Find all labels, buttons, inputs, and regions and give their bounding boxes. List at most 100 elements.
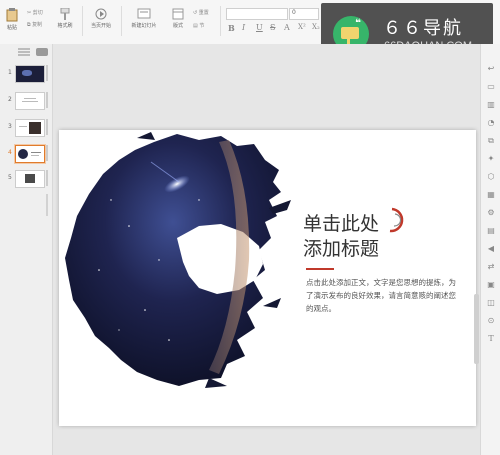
slide-number: 4 xyxy=(8,149,12,156)
slide-thumbnail[interactable] xyxy=(15,92,45,110)
animation-icon[interactable]: ✦ xyxy=(486,154,496,164)
cut-label: 剪切 xyxy=(32,10,43,16)
grid-icon[interactable]: ▤ xyxy=(486,226,496,236)
slide-thumbnail-row[interactable]: 1 xyxy=(0,63,52,85)
new-slide-label: 新建幻灯片 xyxy=(131,23,157,29)
slides-panel: 1 2 3 4 5 xyxy=(0,44,53,455)
thumbnail-circle-image xyxy=(18,149,28,159)
copy-label: 复制 xyxy=(32,22,43,28)
section-button[interactable]: ▤ 节 xyxy=(193,22,204,29)
slide-thumbnail[interactable] xyxy=(15,170,45,188)
slide-title-line-2: 添加标题 xyxy=(303,238,380,260)
slide-title-placeholder[interactable]: 单击此处 添加标题 xyxy=(303,212,379,262)
section-icon: ▤ xyxy=(193,23,198,29)
thumbnail-marker xyxy=(46,119,48,135)
chart-icon[interactable]: ▥ xyxy=(486,100,496,110)
slide-workspace[interactable]: 单击此处 添加标题 点击此处添加正文，文字是您思想的提炼，为了演示发布的良好效果… xyxy=(53,44,480,455)
shape-icon[interactable]: ↩ xyxy=(486,64,496,74)
text-tool-icon[interactable]: T xyxy=(486,334,496,344)
slides-tab[interactable] xyxy=(36,48,48,56)
slide-canvas[interactable]: 单击此处 添加标题 点击此处添加正文，文字是您思想的提炼，为了演示发布的良好效果… xyxy=(59,130,476,426)
table-icon[interactable]: ▦ xyxy=(486,190,496,200)
slide-thumbnail-row[interactable]: 4 xyxy=(0,143,52,165)
copy-button[interactable]: ⧉ 复制 xyxy=(27,21,42,28)
font-name-combo[interactable] xyxy=(226,8,288,20)
font-size-value: 0 xyxy=(292,9,296,16)
paste-button[interactable]: 粘贴 xyxy=(3,8,21,31)
slide-thumbnail[interactable] xyxy=(15,119,45,137)
slide-number: 1 xyxy=(8,69,12,76)
slide-body-placeholder[interactable]: 点击此处添加正文，文字是您思想的提炼，为了演示发布的良好效果，请言简意赅的阐述您… xyxy=(306,276,461,315)
paste-label: 粘贴 xyxy=(6,25,17,31)
slide-number: 2 xyxy=(8,96,12,103)
brush-icon xyxy=(60,8,70,20)
font-color-button[interactable]: A xyxy=(284,23,290,32)
subscript-button[interactable]: X₂ xyxy=(312,23,320,31)
ribbon-divider xyxy=(82,6,83,36)
right-task-pane-bar: ↩ ▭ ▥ ◔ ⧉ ✦ ⬡ ▦ ⚙ ▤ ◀ ⇄ ▣ ◫ ⊙ T xyxy=(480,44,500,455)
reset-button[interactable]: ↺ 重置 xyxy=(193,9,209,16)
outline-tab[interactable] xyxy=(18,48,30,56)
thumbnail-text xyxy=(31,152,41,153)
workspace-scrollbar[interactable] xyxy=(474,294,479,364)
lock-icon[interactable]: ⊙ xyxy=(486,316,496,326)
thumbnail-text xyxy=(24,98,36,99)
thumbnail-text xyxy=(22,101,38,102)
scissors-icon: ✂ xyxy=(27,10,32,16)
format-painter-button[interactable]: 格式刷 xyxy=(54,8,76,29)
section-label: 节 xyxy=(199,23,205,29)
slide-thumbnail-row[interactable]: 3 xyxy=(0,117,52,139)
italic-button[interactable]: I xyxy=(242,23,245,32)
layout-icon xyxy=(172,8,184,20)
sound-icon[interactable]: ◀ xyxy=(486,244,496,254)
slide-thumbnail-row[interactable]: 2 xyxy=(0,90,52,112)
signpost-icon xyxy=(341,27,359,39)
panel-scrollbar[interactable] xyxy=(46,194,48,216)
format-painter-label: 格式刷 xyxy=(57,23,73,29)
strikethrough-button[interactable]: S xyxy=(270,23,275,32)
copy-icon[interactable]: ⧉ xyxy=(486,136,496,146)
thumbnail-text xyxy=(19,126,27,127)
layout-button[interactable]: 版式 xyxy=(168,8,188,29)
thumbnail-marker xyxy=(46,145,48,161)
slide-thumbnail-row[interactable]: 5 xyxy=(0,168,52,190)
thumbnail-text xyxy=(31,155,39,156)
play-from-current-button[interactable]: 当页开始 xyxy=(86,8,116,29)
superscript-button[interactable]: X² xyxy=(298,23,306,31)
settings-icon[interactable]: ⚙ xyxy=(486,208,496,218)
bold-button[interactable]: B xyxy=(228,23,235,33)
ribbon-divider xyxy=(220,6,221,36)
thumbnail-galaxy xyxy=(22,70,32,76)
new-slide-icon xyxy=(137,8,151,19)
new-slide-button[interactable]: 新建幻灯片 xyxy=(126,8,162,29)
thumbnail-marker xyxy=(46,92,48,108)
cut-button[interactable]: ✂ 剪切 xyxy=(27,9,43,16)
play-icon xyxy=(95,8,107,20)
reset-icon: ↺ xyxy=(193,10,198,16)
list-icon xyxy=(18,48,30,56)
font-size-combo[interactable]: 0 xyxy=(289,8,319,20)
layout-label: 版式 xyxy=(172,23,183,29)
thumbnail-marker xyxy=(46,65,48,81)
title-accent-rule xyxy=(306,268,334,270)
link-icon[interactable]: ◔ xyxy=(486,118,496,128)
picture-icon[interactable]: ▭ xyxy=(486,82,496,92)
thumbnail-photo xyxy=(25,174,35,183)
copy-icon: ⧉ xyxy=(27,22,31,28)
thumbnail-photo xyxy=(29,122,41,134)
slide-number: 5 xyxy=(8,174,12,181)
layers-icon[interactable]: ◫ xyxy=(486,298,496,308)
reset-label: 重置 xyxy=(198,10,209,16)
share-icon[interactable]: ⇄ xyxy=(486,262,496,272)
watermark-title: ６６导航 xyxy=(383,18,463,39)
transition-icon[interactable]: ⬡ xyxy=(486,172,496,182)
slide-thumbnail[interactable] xyxy=(15,65,45,83)
thumbnail-marker xyxy=(46,170,48,186)
play-from-current-label: 当页开始 xyxy=(90,23,111,29)
comment-icon[interactable]: ▣ xyxy=(486,280,496,290)
slide-thumbnail-selected[interactable] xyxy=(15,145,45,163)
slide-number: 3 xyxy=(8,123,12,130)
slide-title-line-1: 单击此处 xyxy=(303,213,380,235)
underline-button[interactable]: U xyxy=(256,23,263,32)
ribbon-divider xyxy=(121,6,122,36)
